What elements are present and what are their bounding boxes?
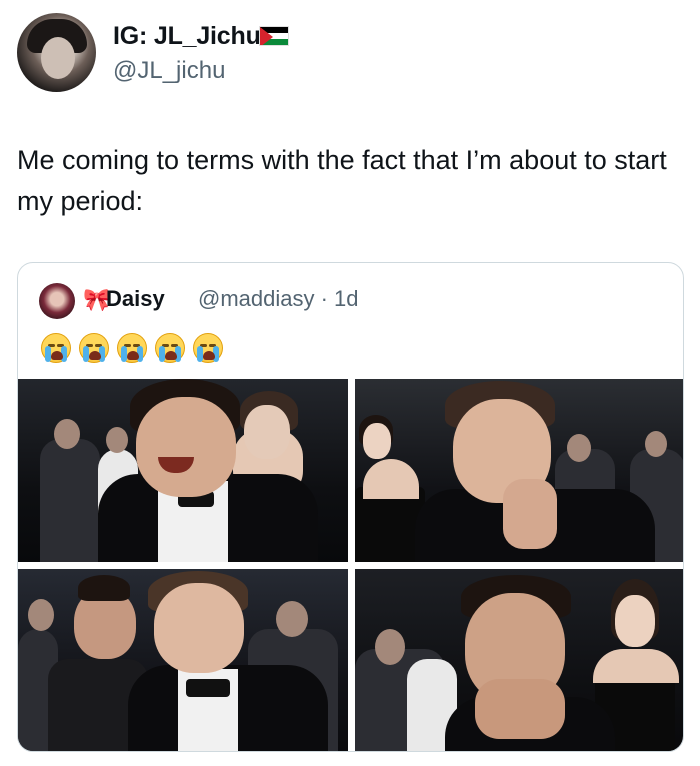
photo-crying-man[interactable] (355, 379, 683, 562)
quoted-tweet-card[interactable]: 🎀 Daisy @maddiasy · 1d (17, 262, 684, 752)
quoted-tweet-emojis (41, 333, 223, 363)
photo-grid (18, 379, 683, 751)
loudly-crying-face-icon (117, 333, 147, 363)
quoted-author-handle-time[interactable]: @maddiasy · 1d (198, 286, 359, 312)
photo-man-covering-mouth[interactable] (355, 569, 683, 751)
author-display-name[interactable]: IG: JL_Jichu (113, 22, 261, 51)
quoted-author-avatar[interactable] (39, 283, 75, 319)
tweet: IG: JL_Jichu @JL_jichu Me coming to term… (0, 0, 700, 766)
author-handle[interactable]: @JL_jichu (113, 57, 225, 85)
loudly-crying-face-icon (79, 333, 109, 363)
photo-laughing-man[interactable] (18, 379, 348, 562)
author-avatar[interactable] (17, 13, 96, 92)
palestine-flag-icon (259, 26, 289, 46)
loudly-crying-face-icon (155, 333, 185, 363)
quoted-author-name[interactable]: Daisy (106, 286, 165, 312)
photo-teary-smiling-man[interactable] (18, 569, 348, 751)
loudly-crying-face-icon (193, 333, 223, 363)
tweet-text: Me coming to terms with the fact that I’… (17, 145, 667, 216)
loudly-crying-face-icon (41, 333, 71, 363)
